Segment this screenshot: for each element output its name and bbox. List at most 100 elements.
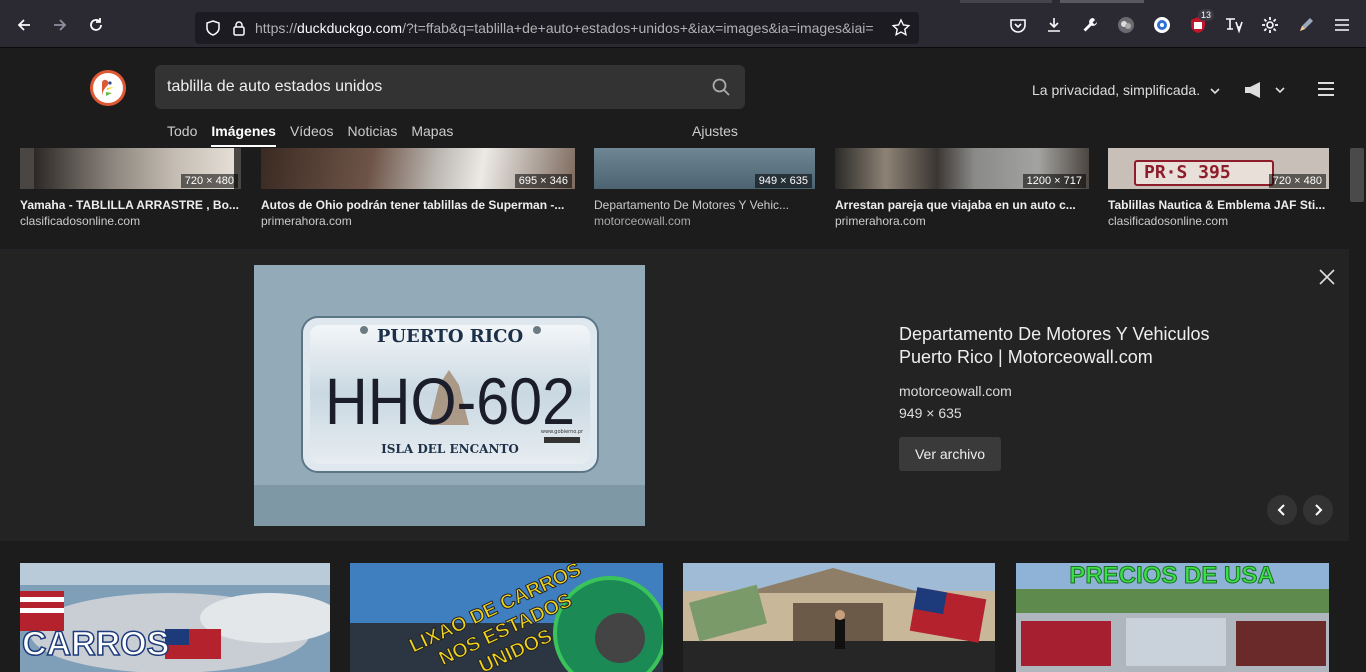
image-result[interactable]: LIXAO DE CARROS NOS ESTADOS UNIDOS bbox=[350, 563, 663, 672]
result-thumbnail: CARROS bbox=[20, 563, 330, 672]
result-source: clasificadosonline.com bbox=[1108, 214, 1229, 228]
result-source: motorceowall.com bbox=[594, 214, 691, 228]
close-icon[interactable] bbox=[1318, 268, 1336, 286]
megaphone-icon bbox=[1245, 82, 1285, 98]
result-thumbnail: PRECIOS DE USA bbox=[1016, 563, 1329, 672]
detail-domain[interactable]: motorceowall.com bbox=[899, 383, 1012, 399]
profile-extension-icon[interactable] bbox=[1116, 15, 1136, 35]
thumb-plate: PR·S 395 bbox=[1134, 160, 1274, 186]
view-file-button[interactable]: Ver archivo bbox=[899, 437, 1001, 471]
ddg-menu-icon[interactable] bbox=[1318, 82, 1334, 96]
result-title[interactable]: Autos de Ohio podrán tener tablillas de … bbox=[261, 198, 575, 212]
translate-icon[interactable] bbox=[1224, 15, 1244, 35]
result-thumbnail[interactable]: 1200 × 717 bbox=[835, 148, 1089, 189]
page-scrollbar[interactable] bbox=[1349, 48, 1366, 672]
scrollbar-thumb[interactable] bbox=[1350, 148, 1364, 202]
image-result[interactable]: CARROS bbox=[20, 563, 330, 672]
image-detail-panel: PUERTO RICO HHO-602 ISLA DEL ENCANTO www… bbox=[0, 249, 1349, 541]
image-result[interactable]: 720 × 480 Yamaha - TABLILLA ARRASTRE , B… bbox=[20, 148, 241, 228]
ublock-extension-icon[interactable]: 13 bbox=[1188, 9, 1214, 35]
plate-bottom-text: ISLA DEL ENCANTO bbox=[381, 442, 519, 456]
url-path: /?t=ffab&q=tablilla+de+auto+estados+unid… bbox=[402, 20, 874, 36]
pocket-icon[interactable] bbox=[1008, 15, 1028, 35]
result-title[interactable]: Departamento De Motores Y Vehic... bbox=[594, 198, 815, 212]
downloads-icon[interactable] bbox=[1044, 15, 1064, 35]
bookmark-star-icon[interactable] bbox=[891, 18, 911, 38]
image-result[interactable]: 695 × 346 Autos de Ohio podrán tener tab… bbox=[261, 148, 575, 228]
plate-number-text: HHO-602 bbox=[325, 364, 575, 438]
result-thumbnail[interactable]: 949 × 635 bbox=[594, 148, 815, 189]
image-dimensions: 720 × 480 bbox=[1268, 174, 1326, 188]
search-query-text: tablilla de auto estados unidos bbox=[167, 78, 383, 95]
forward-button[interactable] bbox=[49, 14, 71, 36]
next-image-button[interactable] bbox=[1303, 495, 1333, 525]
browser-toolbar: https://duckduckgo.com/?t=ffab&q=tablill… bbox=[0, 0, 1366, 48]
image-result-selected[interactable]: 949 × 635 Departamento De Motores Y Vehi… bbox=[594, 148, 815, 228]
result-source: clasificadosonline.com bbox=[20, 214, 141, 228]
image-result[interactable] bbox=[683, 563, 995, 672]
tab-maps[interactable]: Mapas bbox=[411, 123, 453, 147]
tab-images[interactable]: Imágenes bbox=[211, 123, 276, 147]
lock-icon[interactable] bbox=[229, 18, 249, 38]
privacy-dropdown[interactable]: La privacidad, simplificada. bbox=[1032, 82, 1220, 98]
image-result[interactable]: 1200 × 717 Arrestan pareja que viajaba e… bbox=[835, 148, 1089, 228]
result-thumbnail bbox=[683, 563, 995, 672]
result-title[interactable]: Tablillas Nautica & Emblema JAF Sti... bbox=[1108, 198, 1329, 212]
detail-title[interactable]: Departamento De Motores Y Vehiculos Puer… bbox=[899, 323, 1259, 369]
chevron-left-icon bbox=[1277, 504, 1285, 516]
url-domain: duckduckgo.com bbox=[297, 20, 403, 36]
reload-icon bbox=[90, 18, 102, 31]
url-prefix: https:// bbox=[255, 20, 298, 36]
settings-link[interactable]: Ajustes bbox=[692, 123, 738, 139]
plate-site-text: www.gobierno.pr bbox=[541, 429, 584, 435]
result-title[interactable]: Yamaha - TABLILLA ARRASTRE , Bo... bbox=[20, 198, 241, 212]
result-thumbnail: LIXAO DE CARROS NOS ESTADOS UNIDOS bbox=[350, 563, 663, 672]
image-dimensions: 1200 × 717 bbox=[1022, 174, 1086, 188]
image-dimensions: 720 × 480 bbox=[180, 174, 238, 188]
thumb-caption: CARROS bbox=[22, 625, 169, 663]
reload-button[interactable] bbox=[85, 14, 107, 36]
detail-size: 949 × 635 bbox=[899, 405, 962, 421]
image-results-row-bottom: CARROS LIXAO DE CARROS NOS ESTADOS UNIDO… bbox=[0, 541, 1349, 672]
forward-arrow-icon bbox=[54, 19, 67, 31]
ddg-header: tablilla de auto estados unidos La priva… bbox=[0, 48, 1349, 148]
result-title[interactable]: Arrestan pareja que viajaba en un auto c… bbox=[835, 198, 1089, 212]
browser-menu-icon[interactable] bbox=[1332, 15, 1352, 35]
address-bar[interactable]: https://duckduckgo.com/?t=ffab&q=tablill… bbox=[195, 12, 919, 44]
result-thumbnail[interactable]: 720 × 480 bbox=[20, 148, 241, 189]
announcements-button[interactable] bbox=[1244, 80, 1286, 100]
duckduckgo-logo[interactable] bbox=[90, 70, 126, 106]
pen-extension-icon[interactable] bbox=[1296, 15, 1316, 35]
image-result[interactable]: PR·S 395 720 × 480 Tablillas Nautica & E… bbox=[1108, 148, 1329, 228]
detail-preview-image[interactable]: PUERTO RICO HHO-602 ISLA DEL ENCANTO www… bbox=[254, 265, 645, 526]
settings-gear-icon[interactable] bbox=[1260, 15, 1280, 35]
tab-videos[interactable]: Vídeos bbox=[290, 123, 334, 147]
result-thumbnail[interactable]: PR·S 395 720 × 480 bbox=[1108, 148, 1329, 189]
back-arrow-icon bbox=[17, 19, 30, 31]
image-dimensions: 695 × 346 bbox=[514, 174, 572, 188]
extension-badge-count: 13 bbox=[1197, 9, 1214, 21]
result-thumbnail[interactable]: 695 × 346 bbox=[261, 148, 575, 189]
previous-image-button[interactable] bbox=[1267, 495, 1297, 525]
tab-all[interactable]: Todo bbox=[167, 123, 197, 147]
image-results-row-top: 720 × 480 Yamaha - TABLILLA ARRASTRE , B… bbox=[0, 148, 1349, 248]
search-input[interactable]: tablilla de auto estados unidos bbox=[155, 65, 745, 109]
plate-top-text: PUERTO RICO bbox=[377, 326, 523, 347]
chevron-down-icon bbox=[1210, 88, 1220, 95]
vpn-extension-icon[interactable] bbox=[1152, 15, 1172, 35]
tab-strip-hint-active bbox=[1060, 0, 1144, 3]
license-plate-illustration: PUERTO RICO HHO-602 ISLA DEL ENCANTO www… bbox=[254, 265, 645, 526]
back-button[interactable] bbox=[13, 14, 35, 36]
image-result[interactable]: PRECIOS DE USA bbox=[1016, 563, 1329, 672]
result-source: primerahora.com bbox=[835, 214, 926, 228]
chevron-right-icon bbox=[1315, 504, 1323, 516]
wrench-icon[interactable] bbox=[1080, 15, 1100, 35]
shield-icon[interactable] bbox=[203, 18, 223, 38]
url-text: https://duckduckgo.com/?t=ffab&q=tablill… bbox=[255, 20, 885, 36]
image-dimensions: 949 × 635 bbox=[754, 174, 812, 188]
tab-news[interactable]: Noticias bbox=[348, 123, 398, 147]
duck-logo-icon bbox=[90, 70, 126, 106]
search-icon[interactable] bbox=[711, 77, 731, 97]
privacy-label: La privacidad, simplificada. bbox=[1032, 82, 1201, 98]
result-source: primerahora.com bbox=[261, 214, 352, 228]
